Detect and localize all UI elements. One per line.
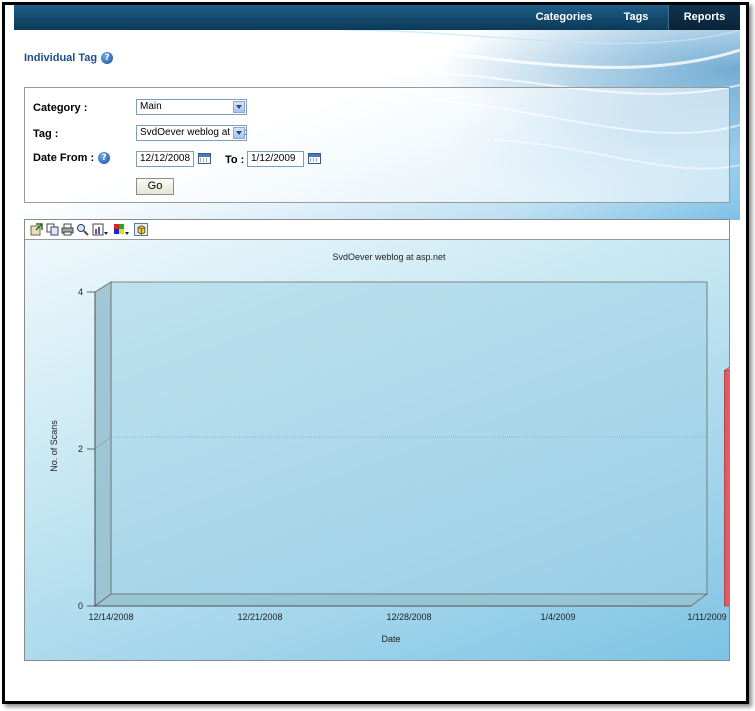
y-tick-label: 2 bbox=[78, 444, 83, 454]
chart-title: SvdOever weblog at asp.net bbox=[332, 252, 446, 262]
palette-icon[interactable] bbox=[113, 223, 130, 236]
date-from-label: Date From : ? bbox=[33, 152, 111, 164]
window-frame: Categories Tags Reports Individual Tag ?… bbox=[2, 2, 749, 704]
date-to-input[interactable]: 1/12/2009 bbox=[247, 151, 304, 167]
chart-area: SvdOever weblog at asp.net Date No. of S… bbox=[25, 240, 729, 660]
tag-label: Tag : bbox=[33, 128, 59, 140]
zoom-icon[interactable] bbox=[76, 223, 89, 236]
chart-side-wall bbox=[94, 281, 112, 607]
chart-back-wall bbox=[110, 281, 708, 595]
page-title: Individual Tag ? bbox=[24, 52, 114, 64]
export-icon[interactable] bbox=[30, 223, 43, 236]
category-select-value: Main bbox=[140, 101, 162, 112]
category-label: Category : bbox=[33, 102, 88, 114]
tab-categories[interactable]: Categories bbox=[524, 5, 604, 30]
chevron-down-icon[interactable] bbox=[233, 127, 245, 139]
report-toolbar bbox=[25, 220, 729, 240]
chart-y-label: No. of Scans bbox=[49, 420, 59, 472]
tab-reports[interactable]: Reports bbox=[668, 5, 740, 30]
tab-tags[interactable]: Tags bbox=[606, 5, 666, 30]
3d-toggle-icon[interactable] bbox=[134, 223, 148, 236]
copy-icon[interactable] bbox=[46, 223, 59, 236]
x-tick-label: 1/11/2009 bbox=[687, 612, 726, 622]
chart-bars bbox=[723, 367, 729, 607]
help-icon[interactable]: ? bbox=[98, 152, 111, 164]
x-tick-label: 12/28/2008 bbox=[386, 612, 431, 622]
date-from-input[interactable]: 12/12/2008 bbox=[136, 151, 194, 167]
chart-type-icon[interactable] bbox=[92, 223, 109, 236]
category-select[interactable]: Main bbox=[136, 99, 247, 115]
page-title-text: Individual Tag bbox=[24, 52, 98, 64]
tag-select-value: SvdOever weblog at asp bbox=[140, 127, 247, 138]
x-tick-label: 12/14/2008 bbox=[88, 612, 133, 622]
tag-select[interactable]: SvdOever weblog at asp bbox=[136, 125, 247, 141]
bar-top bbox=[723, 367, 729, 371]
scans-chart: SvdOever weblog at asp.net Date No. of S… bbox=[49, 252, 729, 644]
y-tick-label: 4 bbox=[78, 287, 83, 297]
x-tick-labels: 12/14/2008 12/21/2008 12/28/2008 1/4/2009 1/… bbox=[88, 612, 726, 622]
top-nav-bar: Categories Tags Reports bbox=[14, 5, 740, 30]
help-icon[interactable]: ? bbox=[101, 52, 114, 64]
chart-x-label: Date bbox=[381, 634, 400, 644]
calendar-icon[interactable] bbox=[308, 153, 321, 164]
go-button[interactable]: Go bbox=[136, 178, 174, 195]
report-panel: SvdOever weblog at asp.net Date No. of S… bbox=[24, 219, 730, 661]
y-tick-label: 0 bbox=[78, 601, 83, 611]
print-icon[interactable] bbox=[61, 223, 74, 236]
filter-panel: Category : Main Tag : SvdOever weblog at… bbox=[24, 87, 730, 203]
y-tick-labels: 0 2 4 bbox=[78, 287, 95, 611]
chart-bar bbox=[723, 367, 729, 607]
date-to-label: To : bbox=[225, 154, 245, 166]
x-tick-label: 12/21/2008 bbox=[237, 612, 282, 622]
bar-front bbox=[724, 370, 729, 607]
chart-floor bbox=[93, 593, 709, 607]
x-tick-label: 1/4/2009 bbox=[540, 612, 575, 622]
chevron-down-icon[interactable] bbox=[233, 101, 245, 113]
date-from-label-text: Date From : bbox=[33, 152, 95, 164]
calendar-icon[interactable] bbox=[198, 153, 211, 164]
page-content: Categories Tags Reports Individual Tag ?… bbox=[14, 5, 740, 670]
